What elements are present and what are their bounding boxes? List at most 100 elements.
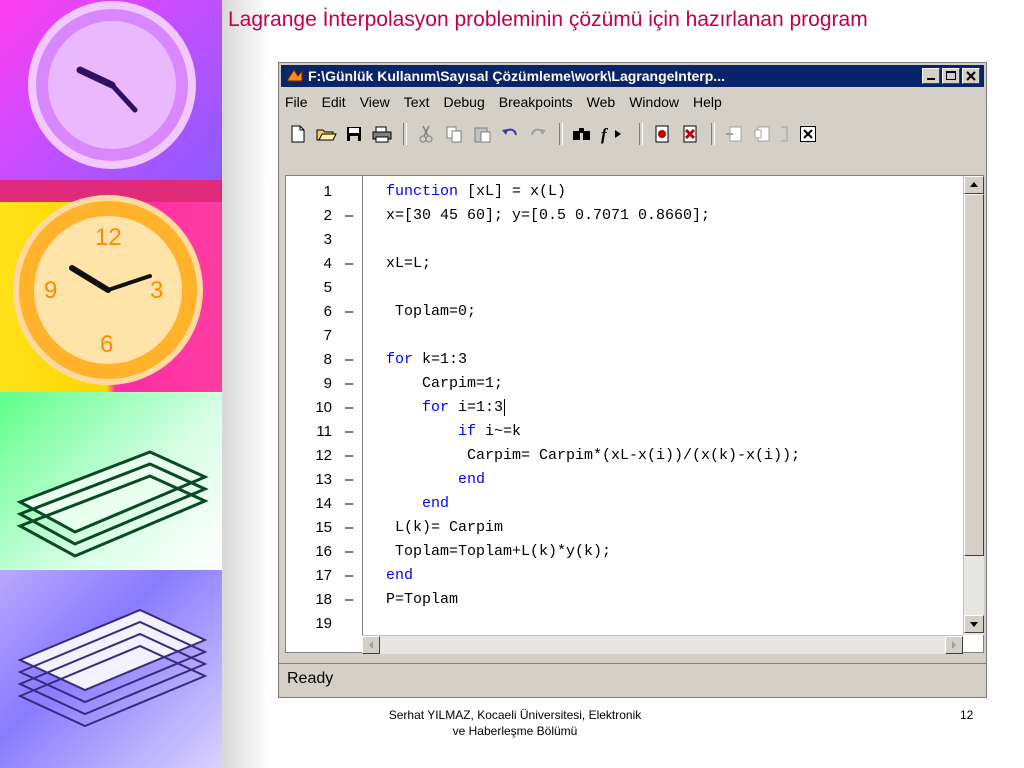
code-line-18[interactable]: P=Toplam: [386, 588, 458, 612]
menu-web[interactable]: Web: [587, 94, 616, 110]
clear-breakpoint-button[interactable]: [677, 121, 703, 147]
menu-text[interactable]: Text: [404, 94, 430, 110]
code-line-10[interactable]: for i=1:3: [386, 396, 506, 420]
code-line-4[interactable]: xL=L;: [386, 252, 431, 276]
set-breakpoint-button[interactable]: [649, 121, 675, 147]
scroll-left-button[interactable]: [362, 636, 380, 654]
code-line-2[interactable]: x=[30 45 60]; y=[0.5 0.7071 0.8660];: [386, 204, 710, 228]
menu-view[interactable]: View: [360, 94, 390, 110]
line-number: 3: [323, 231, 332, 248]
line-number: 2: [323, 207, 332, 224]
breakpoint-marker[interactable]: –: [340, 372, 358, 396]
find-button[interactable]: [569, 121, 595, 147]
menu-file[interactable]: File: [285, 94, 308, 110]
code-line-14[interactable]: end: [386, 492, 449, 516]
svg-text:3: 3: [150, 277, 163, 304]
breakpoint-marker[interactable]: –: [340, 420, 358, 444]
breakpoint-marker[interactable]: [340, 228, 358, 252]
code-line-15[interactable]: L(k)= Carpim: [386, 516, 503, 540]
scroll-up-button[interactable]: [964, 176, 984, 194]
breakpoint-marker[interactable]: –: [340, 348, 358, 372]
toolbar-separator: [711, 123, 715, 145]
function-button[interactable]: f: [597, 121, 631, 147]
close-file-button[interactable]: [795, 121, 821, 147]
breakpoint-marker[interactable]: –: [340, 564, 358, 588]
breakpoint-marker[interactable]: [340, 276, 358, 300]
breakpoint-marker[interactable]: –: [340, 468, 358, 492]
breakpoint-marker[interactable]: [340, 180, 358, 204]
code-line-12[interactable]: Carpim= Carpim*(xL-x(i))/(x(k)-x(i));: [386, 444, 800, 468]
breakpoint-marker[interactable]: –: [340, 444, 358, 468]
maximize-button[interactable]: [942, 68, 960, 84]
breakpoint-marker[interactable]: –: [340, 492, 358, 516]
code-line-9[interactable]: Carpim=1;: [386, 372, 503, 396]
step-button[interactable]: [721, 121, 747, 147]
redo-icon: [531, 128, 546, 136]
line-number: 8: [323, 351, 332, 368]
arrow-right-icon: [952, 641, 956, 649]
print-button[interactable]: [369, 121, 395, 147]
clock-image-yellow: 12 3 6 9: [0, 180, 222, 392]
undo-button[interactable]: [497, 121, 523, 147]
code-line-16[interactable]: Toplam=Toplam+L(k)*y(k);: [386, 540, 611, 564]
toolbar: f: [285, 119, 982, 149]
breakpoint-marker[interactable]: –: [340, 588, 358, 612]
svg-text:f: f: [601, 125, 609, 144]
menu-help[interactable]: Help: [693, 94, 722, 110]
open-button[interactable]: [313, 121, 339, 147]
breakpoint-marker[interactable]: [340, 612, 358, 636]
copy-icon: [446, 126, 462, 143]
footer-department: ve Haberleşme Bölümü: [452, 724, 578, 738]
close-button[interactable]: [962, 68, 980, 84]
menu-window[interactable]: Window: [629, 94, 679, 110]
step-in-button[interactable]: [749, 121, 775, 147]
code-line-8[interactable]: for k=1:3: [386, 348, 467, 372]
breakpoint-marker[interactable]: –: [340, 204, 358, 228]
svg-text:6: 6: [100, 331, 113, 358]
cut-button[interactable]: [413, 121, 439, 147]
breakpoint-marker[interactable]: –: [340, 516, 358, 540]
decorative-fade: [222, 0, 270, 768]
save-button[interactable]: [341, 121, 367, 147]
code-line-1[interactable]: function [xL] = x(L): [386, 180, 566, 204]
horizontal-scrollbar[interactable]: [362, 635, 963, 654]
scroll-down-button[interactable]: [964, 615, 984, 633]
toolbar-separator: [403, 123, 407, 145]
menu-debug[interactable]: Debug: [443, 94, 484, 110]
code-line-6[interactable]: Toplam=0;: [386, 300, 476, 324]
step-out-button[interactable]: [777, 121, 791, 147]
step-in-icon: [754, 126, 770, 142]
arrow-left-icon: [369, 641, 373, 649]
code-line-13[interactable]: end: [386, 468, 485, 492]
scroll-right-button[interactable]: [945, 636, 963, 654]
breakpoint-marker[interactable]: –: [340, 540, 358, 564]
code-line-17[interactable]: end: [386, 564, 413, 588]
copy-button[interactable]: [441, 121, 467, 147]
breakpoint-marker[interactable]: –: [340, 300, 358, 324]
matlab-editor-window: F:\Günlük Kullanım\Sayısal Çözümleme\wor…: [278, 62, 987, 698]
code-line-11[interactable]: if i~=k: [386, 420, 521, 444]
new-file-button[interactable]: [285, 121, 311, 147]
slide-title: Lagrange İnterpolasyon probleminin çözüm…: [228, 8, 868, 31]
keyword: for: [422, 399, 450, 416]
breakpoint-marker[interactable]: [340, 324, 358, 348]
cut-icon: [419, 125, 433, 143]
book-stack-icon: [17, 608, 208, 728]
code-editor[interactable]: 1 function [xL] = x(L) 2 – x=[30 45 60];…: [285, 175, 984, 654]
window-title-bar[interactable]: F:\Günlük Kullanım\Sayısal Çözümleme\wor…: [281, 65, 984, 87]
decorative-image-strip: 12 3 6 9: [0, 0, 222, 768]
line-number: 14: [315, 495, 332, 512]
new-file-icon: [291, 125, 305, 143]
status-text: Ready: [287, 670, 334, 687]
scroll-thumb[interactable]: [964, 194, 984, 556]
minimize-button[interactable]: [922, 68, 940, 84]
breakpoint-marker[interactable]: –: [340, 252, 358, 276]
vertical-scrollbar[interactable]: [963, 176, 984, 635]
breakpoint-marker[interactable]: –: [340, 396, 358, 420]
paste-button[interactable]: [469, 121, 495, 147]
arrow-up-icon: [970, 182, 978, 187]
menu-breakpoints[interactable]: Breakpoints: [499, 94, 573, 110]
redo-button[interactable]: [525, 121, 551, 147]
menu-edit[interactable]: Edit: [322, 94, 346, 110]
maximize-icon: [946, 71, 956, 80]
